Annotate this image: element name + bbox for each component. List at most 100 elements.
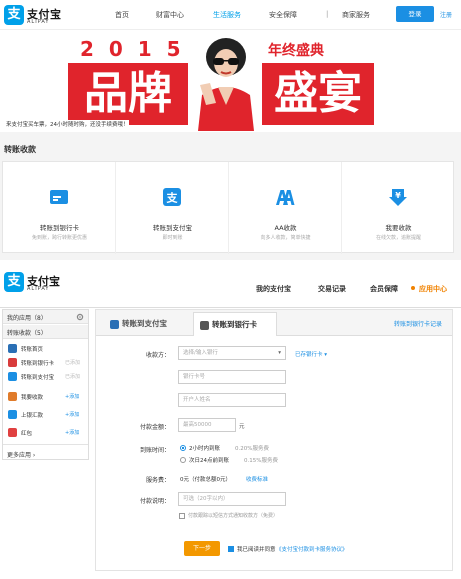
remit-icon: [8, 410, 17, 419]
banner-year: 2 0 1 5: [80, 37, 185, 61]
sidebar-item-label: 上银汇款: [21, 413, 44, 419]
nav-transactions[interactable]: 交易记录: [318, 284, 346, 294]
logo-subtext: ALIPAY: [27, 286, 50, 292]
amount-label: 付款金额：: [139, 424, 170, 431]
receive-money-icon: [8, 392, 17, 401]
nav-security[interactable]: 安全保障: [269, 10, 297, 20]
nav-home[interactable]: 首页: [115, 10, 129, 20]
divider: [3, 444, 88, 445]
card-alipay-transfer[interactable]: 支 转账到支付宝 即时到账: [116, 162, 229, 254]
sidebar-my-apps-header[interactable]: 我的应用（8）: [3, 310, 88, 324]
nav-member-protection[interactable]: 会员保障: [370, 284, 398, 294]
nav-wealth[interactable]: 财富中心: [156, 10, 184, 20]
card-subtitle: 即时到账: [162, 235, 183, 241]
bank-select[interactable]: 选择/输入银行 ▾: [178, 346, 286, 360]
agree-label[interactable]: 我已阅读并同意: [237, 545, 276, 553]
card-subtitle: 免到账，跨行转账更优惠: [31, 235, 87, 241]
apps-sidebar: 我的应用（8） 转账收款（5） 转账首页 转账到银行卡 已添加 转账到支付宝 已…: [2, 309, 89, 460]
top-navbar: 支 支付宝 ALIPAY 首页 财富中心 生活服务 安全保障 | 商家服务 登录…: [0, 0, 461, 30]
active-dot-icon: [411, 286, 415, 290]
agree-checkbox[interactable]: [228, 546, 234, 552]
sidebar-item-status: 已添加: [65, 374, 81, 380]
card-title: AA收款: [274, 224, 297, 232]
sidebar-transfer-group-header[interactable]: 转账收款（5）: [3, 325, 88, 339]
promo-banner[interactable]: 2 0 1 5 年终盛典 品牌 盛宴 来支付宝买车票，24小时随时购，还没手续费…: [0, 31, 461, 131]
arrival-nextday-fee: 0.15%服务费: [244, 458, 278, 464]
arrival-nextday-radio[interactable]: [180, 457, 186, 463]
banner-model-illustration: [198, 38, 254, 131]
banner-slogan[interactable]: 来支付宝买车票，24小时随时购，还没手续费哦！: [6, 120, 129, 128]
sidebar-item-red-packet[interactable]: 红包 +添加: [3, 426, 88, 439]
fee-standard-link[interactable]: 收费标准: [246, 475, 268, 483]
alipay-logo-icon[interactable]: 支: [4, 272, 24, 292]
sidebar-item-label: 转账到支付宝: [21, 375, 55, 381]
card-number-input[interactable]: 银行卡号: [178, 370, 286, 384]
arrival-2h-radio[interactable]: [180, 445, 186, 451]
next-button[interactable]: 下一步: [184, 541, 220, 556]
bank-card-icon: [200, 321, 209, 330]
section-title: 转账收款: [4, 145, 36, 154]
nav-merchant[interactable]: 商家服务: [342, 10, 370, 20]
nav-my-alipay[interactable]: 我的支付宝: [256, 284, 291, 294]
more-apps-link[interactable]: 更多应用 ›: [7, 450, 35, 459]
aa-icon: [276, 190, 295, 205]
sms-notify-label[interactable]: 付款跟踪以短信方式通知收款方（免费）: [188, 512, 278, 519]
amount-unit: 元: [239, 424, 245, 430]
tab-label: 转账到银行卡: [212, 320, 257, 329]
agreement-link[interactable]: 《支付宝付款到卡服务协议》: [276, 545, 348, 553]
register-link[interactable]: 注册: [440, 10, 452, 19]
sidebar-item-remit[interactable]: 上银汇款 +添加: [3, 408, 88, 421]
account-name-input[interactable]: 开户人姓名: [178, 393, 286, 407]
sidebar-my-apps-label: 我的应用（8）: [7, 315, 47, 322]
sidebar-item-transfer-home[interactable]: 转账首页: [3, 342, 88, 355]
sms-notify-checkbox[interactable]: [179, 513, 185, 519]
svg-text:¥: ¥: [395, 191, 401, 200]
add-app-link[interactable]: +添加: [65, 393, 79, 400]
sidebar-item-receive[interactable]: 我要收款 +添加: [3, 390, 88, 403]
note-input[interactable]: 可选（20字以内）: [178, 492, 286, 506]
card-aa-collection[interactable]: AA收款 向多人收款，简单快捷: [229, 162, 342, 254]
tab-bar: 转账到支付宝 转账到银行卡 转账到银行卡记录: [96, 310, 452, 336]
card-receive-money[interactable]: ¥ 我要收款 在线欠款，追账提醒: [342, 162, 453, 254]
nav-divider: |: [326, 10, 329, 18]
bank-card-icon: [50, 190, 68, 204]
note-label: 付款说明：: [139, 498, 170, 505]
logo-subtext: ALIPAY: [27, 19, 50, 25]
card-subtitle: 向多人收款，简单快捷: [260, 235, 311, 241]
nav-app-center[interactable]: 应用中心: [419, 284, 447, 294]
arrival-label: 到账时间：: [139, 447, 170, 454]
card-title: 我要收款: [385, 224, 412, 232]
fee-value: 0元（付款总额0元）: [180, 477, 231, 483]
card-title: 转账到银行卡: [40, 224, 79, 232]
fee-label: 服务费：: [145, 477, 170, 484]
sidebar-item-bank-transfer[interactable]: 转账到银行卡 已添加: [3, 356, 88, 369]
nav-life-services[interactable]: 生活服务: [213, 10, 241, 20]
banner-headline-left: 品牌: [68, 63, 188, 125]
card-title: 转账到支付宝: [153, 224, 192, 232]
arrival-nextday-label[interactable]: 次日24点前到账: [189, 456, 229, 464]
arrival-2h-label[interactable]: 2小时内到账: [189, 444, 220, 452]
transfer-form-panel: 转账到支付宝 转账到银行卡 转账到银行卡记录 收款方： 选择/输入银行 ▾ 已存…: [95, 309, 453, 571]
sidebar-item-label: 我要收款: [21, 395, 44, 401]
add-app-link[interactable]: +添加: [65, 411, 79, 418]
bank-transfer-history-link[interactable]: 转账到银行卡记录: [394, 319, 442, 328]
banner-event-label: 年终盛典: [268, 43, 324, 59]
alipay-logo-icon[interactable]: 支: [4, 5, 24, 25]
sidebar-item-label: 转账到银行卡: [21, 361, 55, 367]
sidebar-item-status: 已添加: [65, 360, 81, 366]
add-app-link[interactable]: +添加: [65, 429, 79, 436]
account-header: 支 支付宝 ALIPAY 我的支付宝 交易记录 会员保障 应用中心: [0, 264, 461, 308]
tab-label: 转账到支付宝: [122, 319, 167, 328]
bank-select-placeholder: 选择/输入银行: [183, 350, 218, 356]
chevron-down-icon: ▾: [278, 350, 281, 356]
tab-alipay-transfer[interactable]: 转账到支付宝: [104, 312, 194, 336]
tab-bank-transfer[interactable]: 转账到银行卡: [193, 312, 277, 336]
alipay-transfer-icon: 支: [163, 188, 181, 206]
amount-input[interactable]: 最高50000: [178, 418, 236, 432]
saved-cards-dropdown[interactable]: 已存银行卡 ▾: [295, 350, 327, 358]
home-icon: [8, 344, 17, 353]
login-button[interactable]: 登录: [396, 6, 434, 22]
card-bank-transfer[interactable]: 转账到银行卡 免到账，跨行转账更优惠: [3, 162, 116, 254]
sidebar-item-alipay-transfer[interactable]: 转账到支付宝 已添加: [3, 370, 88, 383]
gear-icon[interactable]: [76, 313, 84, 321]
